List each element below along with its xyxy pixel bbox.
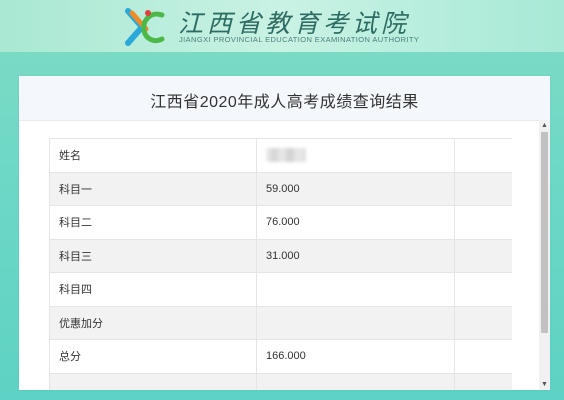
- row-extra-cell: [454, 339, 512, 374]
- row-label: 科目二: [49, 205, 257, 240]
- row-extra-cell: [454, 205, 512, 240]
- vertical-scrollbar[interactable]: ▲ ▼: [539, 120, 550, 390]
- row-extra-cell: [454, 138, 512, 173]
- table-row: 科目四: [49, 272, 512, 307]
- table-row: 科目三 31.000: [49, 238, 512, 273]
- table-row: 姓名: [49, 138, 512, 173]
- results-table: 姓名 科目一 59.000 科目二 76.000 科目三 31.000 科目四 优惠加分 总分 16…: [49, 138, 512, 390]
- row-value: 31.000: [256, 238, 455, 273]
- table-row: 总分 166.000: [49, 339, 512, 374]
- row-extra-cell: [454, 272, 512, 307]
- scroll-up-arrow-icon[interactable]: ▲: [539, 120, 550, 131]
- row-extra-cell: [454, 305, 512, 340]
- row-label: 优惠加分: [49, 305, 257, 340]
- row-label: [49, 372, 257, 390]
- table-row: [49, 372, 512, 390]
- row-extra-cell: [454, 171, 512, 206]
- table-row: 科目二 76.000: [49, 205, 512, 240]
- row-label: 总分: [49, 339, 257, 374]
- row-label: 科目一: [49, 171, 257, 206]
- brand-name-en: JIANGXI PROVINCIAL EDUCATION EXAMINATION…: [179, 35, 420, 44]
- row-value: 59.000: [256, 171, 455, 206]
- jx-logo-icon: [125, 8, 165, 46]
- scroll-down-arrow-icon[interactable]: ▼: [539, 379, 550, 390]
- table-row: 优惠加分: [49, 305, 512, 340]
- row-value: 166.000: [256, 339, 455, 374]
- row-extra-cell: [454, 238, 512, 273]
- row-extra-cell: [454, 372, 512, 390]
- row-value: [256, 272, 455, 307]
- row-label: 科目四: [49, 272, 257, 307]
- row-value: [256, 305, 455, 340]
- row-value: 76.000: [256, 205, 455, 240]
- panel-title-bar: 江西省2020年成人高考成绩查询结果: [19, 76, 550, 121]
- page-title: 江西省2020年成人高考成绩查询结果: [150, 94, 419, 111]
- site-header: 江西省教育考试院 JIANGXI PROVINCIAL EDUCATION EX…: [0, 0, 564, 52]
- row-label: 科目三: [49, 238, 257, 273]
- row-value: [256, 372, 455, 390]
- table-row: 科目一 59.000: [49, 171, 512, 206]
- row-value: [256, 138, 455, 173]
- results-table-container: 姓名 科目一 59.000 科目二 76.000 科目三 31.000 科目四 优惠加分 总分 16…: [49, 138, 512, 390]
- results-panel: 江西省2020年成人高考成绩查询结果 姓名 科目一 59.000 科目二 76.000 科…: [19, 76, 550, 390]
- row-label: 姓名: [49, 138, 257, 173]
- obscured-name: [266, 148, 306, 163]
- scroll-thumb[interactable]: [541, 132, 548, 333]
